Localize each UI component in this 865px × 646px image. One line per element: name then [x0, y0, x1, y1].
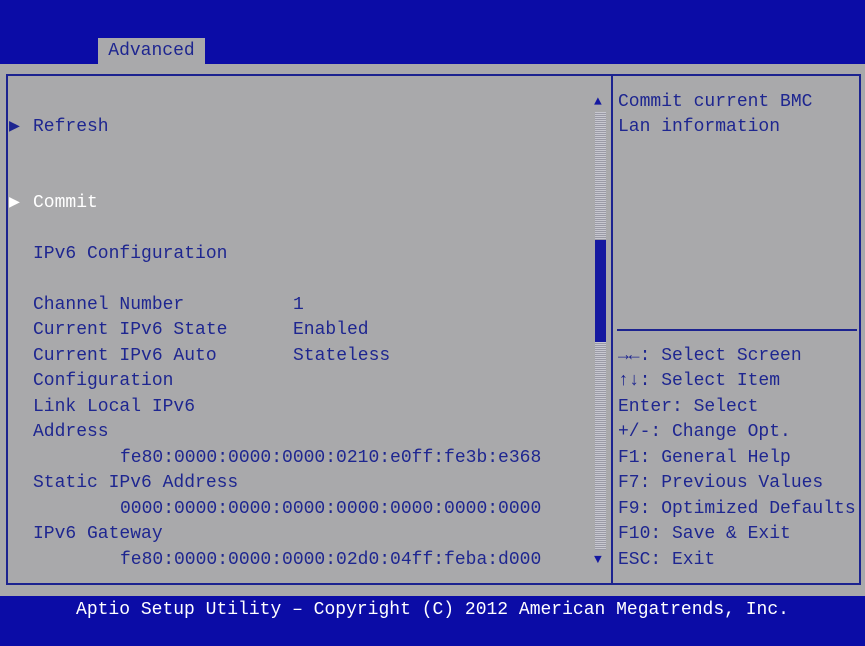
key-hint: F7: Previous Values — [618, 473, 824, 493]
submenu-arrow-icon: ▶ — [9, 193, 20, 213]
help-text-2: Lan information — [618, 117, 781, 137]
ipv6-state-label: Current IPv6 State — [33, 320, 228, 340]
ipv6-auto-label-2: Configuration — [33, 371, 174, 391]
link-local-value: fe80:0000:0000:0000:0210:e0ff:fe3b:e368 — [120, 448, 542, 468]
scrollbar-thumb[interactable] — [595, 240, 606, 342]
key-hint: F9: Optimized Defaults — [618, 499, 856, 519]
help-text: Commit current BMC — [618, 92, 813, 112]
key-hint: F10: Save & Exit — [618, 524, 791, 544]
gateway-value: fe80:0000:0000:0000:02d0:04ff:feba:d000 — [120, 550, 542, 570]
help-divider — [617, 329, 857, 331]
ipv6-state-value: Enabled — [293, 320, 369, 340]
static-address-value: 0000:0000:0000:0000:0000:0000:0000:0000 — [120, 499, 542, 519]
ipv6-auto-label: Current IPv6 Auto — [33, 346, 217, 366]
divider — [611, 74, 613, 585]
key-hint: ESC: Exit — [618, 550, 716, 570]
key-hint: +/-: Change Opt. — [618, 422, 791, 442]
section-title: IPv6 Configuration — [33, 244, 228, 264]
submenu-arrow-icon: ▶ — [9, 117, 20, 137]
menu-item-commit[interactable]: Commit — [33, 193, 98, 213]
tab-advanced[interactable]: Advanced — [98, 38, 205, 65]
gateway-label: IPv6 Gateway — [33, 524, 163, 544]
key-hint: F1: General Help — [618, 448, 791, 468]
key-hint: →←: Select Screen — [618, 346, 802, 366]
ipv6-auto-value: Stateless — [293, 346, 391, 366]
scroll-up-icon[interactable]: ▲ — [594, 94, 602, 109]
scroll-down-icon[interactable]: ▼ — [594, 552, 602, 567]
menu-item-refresh[interactable]: Refresh — [33, 117, 109, 137]
key-hint: ↑↓: Select Item — [618, 371, 781, 391]
footer-copyright: Aptio Setup Utility – Copyright (C) 2012… — [0, 596, 865, 646]
link-local-label: Link Local IPv6 — [33, 397, 196, 417]
static-address-label: Static IPv6 Address — [33, 473, 239, 493]
channel-number-label: Channel Number — [33, 295, 185, 315]
channel-number-value: 1 — [293, 295, 304, 315]
key-hint: Enter: Select — [618, 397, 759, 417]
link-local-label-2: Address — [33, 422, 109, 442]
